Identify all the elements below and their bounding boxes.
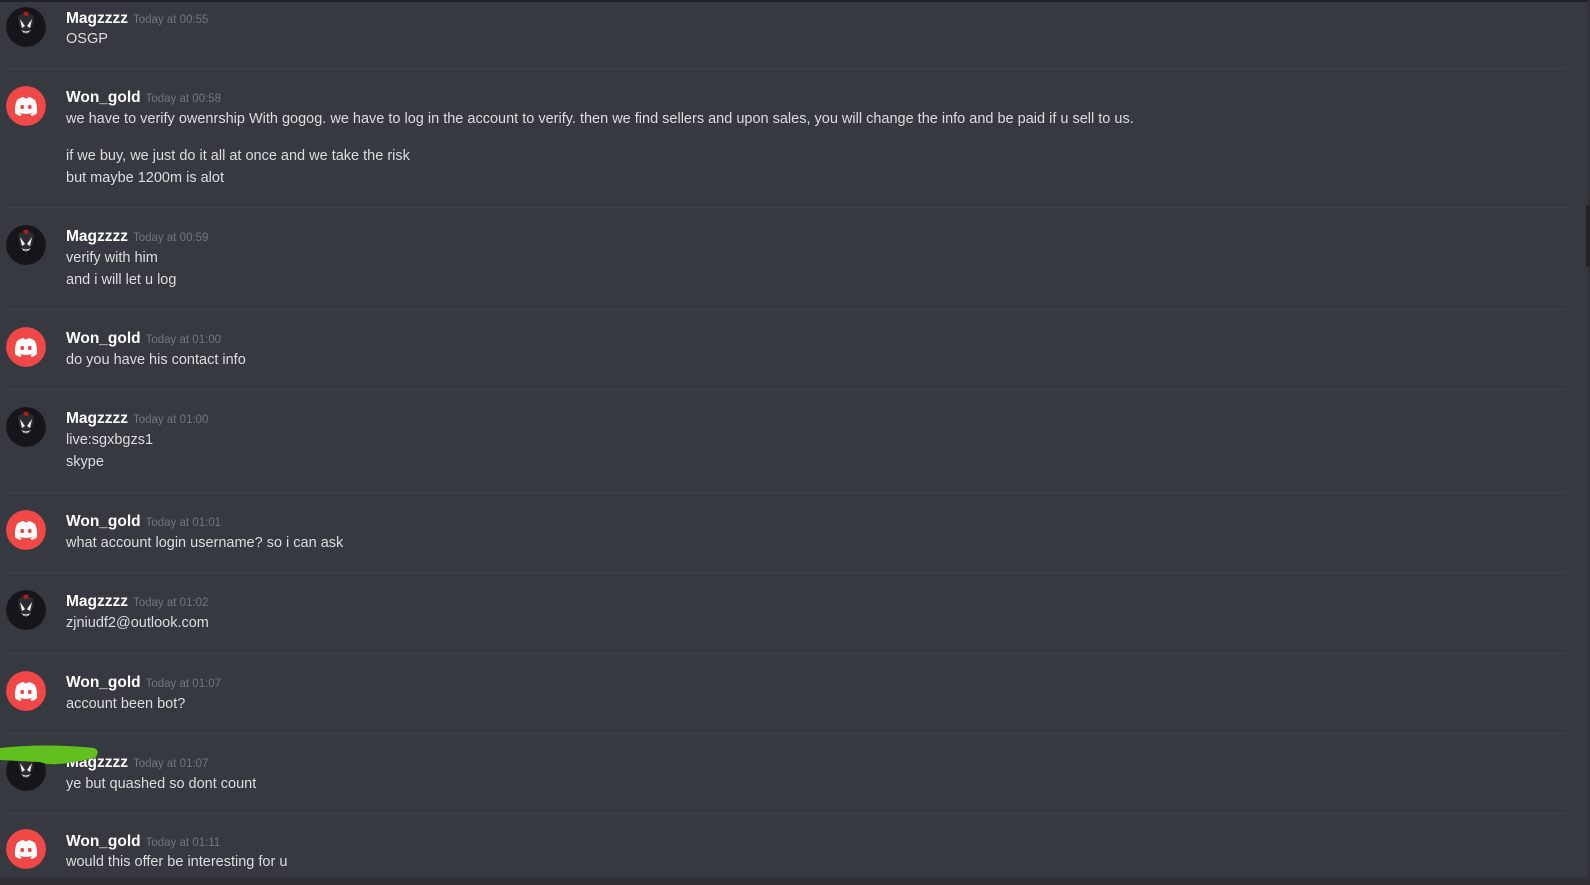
message-text: OSGP: [66, 31, 108, 47]
venom-avatar-icon[interactable]: [6, 590, 46, 630]
message-text: ye but quashed so dont count: [66, 776, 257, 792]
message[interactable]: Magzzzz Today at 01:00 live:sgxbgzs1 skyp…: [0, 390, 1566, 493]
message-text: what account login username? so i can as…: [66, 535, 344, 551]
message-timestamp: Today at 01:07: [145, 678, 222, 690]
discord-avatar-icon[interactable]: [6, 327, 46, 367]
message-timestamp: Today at 01:07: [133, 758, 209, 770]
message-author[interactable]: Won_gold: [66, 833, 141, 850]
message[interactable]: Won_gold Today at 01:00 do you have his c…: [0, 310, 1566, 390]
message-timestamp: Today at 01:02: [133, 597, 209, 609]
redaction-scribble: [0, 745, 98, 765]
message[interactable]: Magzzzz Today at 01:02 zjniudf2@outlook.c…: [0, 573, 1566, 654]
bottom-bar: [0, 877, 1590, 885]
message[interactable]: Magzzzz Today at 00:59 verify with him an…: [0, 208, 1566, 310]
message-text: but maybe 1200m is alot: [66, 170, 224, 186]
message-author[interactable]: Magzzzz: [66, 228, 128, 245]
venom-avatar-icon[interactable]: [6, 225, 46, 265]
message-timestamp: Today at 00:58: [145, 93, 222, 105]
message-text: we have to verify owenrship With gogog. …: [66, 111, 1134, 127]
message-author[interactable]: Won_gold: [66, 89, 141, 106]
message-timestamp: Today at 01:00: [133, 414, 209, 426]
message-timestamp: Today at 00:59: [133, 232, 209, 244]
message-text: and i will let u log: [66, 272, 177, 288]
discord-avatar-icon[interactable]: [6, 671, 46, 711]
message-author[interactable]: Won_gold: [66, 330, 141, 347]
message[interactable]: Magzzzz Today at 01:07 ye but quashed so …: [0, 734, 1566, 814]
venom-avatar-icon[interactable]: [6, 407, 46, 447]
message-text: account been bot?: [66, 696, 186, 712]
scrollbar-thumb[interactable]: [1586, 205, 1590, 267]
message-author[interactable]: Magzzzz: [66, 10, 128, 27]
message[interactable]: Magzzzz Today at 00:55 OSGP: [0, 0, 1566, 69]
message-text: zjniudf2@outlook.com: [66, 615, 209, 631]
discord-avatar-icon[interactable]: [6, 829, 46, 869]
message[interactable]: Won_gold Today at 01:11 would this offer …: [0, 814, 1566, 877]
message-text: verify with him: [66, 250, 158, 266]
message-text: live:sgxbgzs1: [66, 432, 154, 448]
message[interactable]: Won_gold Today at 00:58 we have to verify…: [0, 69, 1566, 208]
chat-window: Magzzzz Today at 00:55 OSGP Won_gold Today…: [0, 0, 1590, 885]
message-text: skype: [66, 454, 104, 470]
message-text: would this offer be interesting for u: [66, 854, 288, 870]
message-text: if we buy, we just do it all at once and…: [66, 148, 410, 164]
message[interactable]: Won_gold Today at 01:07 account been bot?: [0, 654, 1566, 734]
message-author[interactable]: Magzzzz: [66, 593, 128, 610]
message-timestamp: Today at 01:00: [145, 334, 222, 346]
message-text: do you have his contact info: [66, 352, 246, 368]
message-timestamp: Today at 01:11: [145, 837, 221, 849]
venom-avatar-icon[interactable]: [6, 7, 46, 47]
discord-avatar-icon[interactable]: [6, 510, 46, 550]
message-timestamp: Today at 01:01: [145, 517, 222, 529]
message-author[interactable]: Won_gold: [66, 513, 141, 530]
discord-avatar-icon[interactable]: [6, 86, 46, 126]
message-author[interactable]: Won_gold: [66, 674, 141, 691]
message-author[interactable]: Magzzzz: [66, 410, 128, 427]
message-timestamp: Today at 00:55: [133, 14, 209, 26]
message[interactable]: Won_gold Today at 01:01 what account logi…: [0, 493, 1566, 573]
